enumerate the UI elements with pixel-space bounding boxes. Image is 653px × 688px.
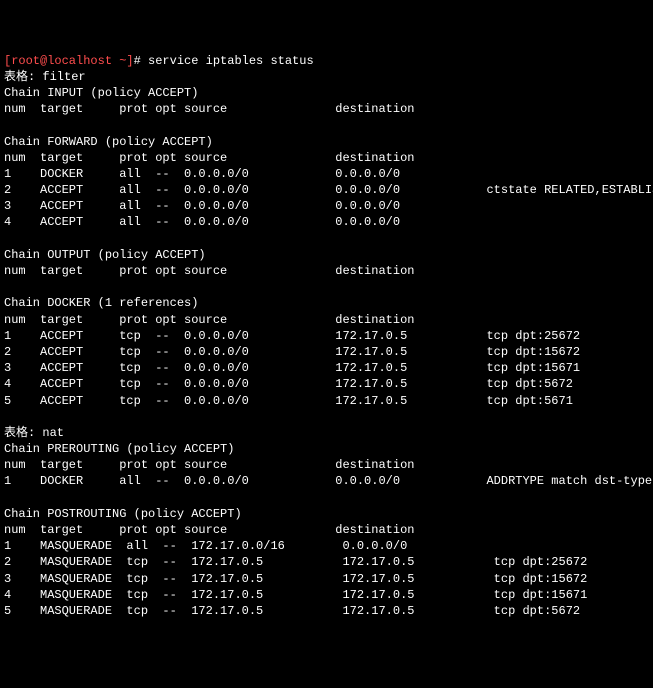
table-row: 5 ACCEPT tcp -- 0.0.0.0/0 172.17.0.5 tcp… <box>4 394 573 408</box>
prompt-user-host: [root@localhost ~] <box>4 54 134 68</box>
columns-header: num target prot opt source destination <box>4 523 414 537</box>
chain-forward-header: Chain FORWARD (policy ACCEPT) <box>4 135 213 149</box>
table-row: 5 MASQUERADE tcp -- 172.17.0.5 172.17.0.… <box>4 604 580 618</box>
table-row: 2 ACCEPT tcp -- 0.0.0.0/0 172.17.0.5 tcp… <box>4 345 580 359</box>
columns-header: num target prot opt source destination <box>4 264 414 278</box>
prompt-command: service iptables status <box>148 54 314 68</box>
chain-output-header: Chain OUTPUT (policy ACCEPT) <box>4 248 206 262</box>
table-row: 4 ACCEPT all -- 0.0.0.0/0 0.0.0.0/0 <box>4 215 400 229</box>
columns-header: num target prot opt source destination <box>4 102 414 116</box>
table-row: 4 ACCEPT tcp -- 0.0.0.0/0 172.17.0.5 tcp… <box>4 377 573 391</box>
prompt-symbol: # <box>134 54 148 68</box>
chain-input-header: Chain INPUT (policy ACCEPT) <box>4 86 198 100</box>
table-row: 3 ACCEPT all -- 0.0.0.0/0 0.0.0.0/0 <box>4 199 400 213</box>
table-row: 2 MASQUERADE tcp -- 172.17.0.5 172.17.0.… <box>4 555 587 569</box>
table-row: 2 ACCEPT all -- 0.0.0.0/0 0.0.0.0/0 ctst… <box>4 183 653 197</box>
terminal[interactable]: [root@localhost ~]# service iptables sta… <box>4 53 649 620</box>
columns-header: num target prot opt source destination <box>4 313 414 327</box>
table-row: 3 ACCEPT tcp -- 0.0.0.0/0 172.17.0.5 tcp… <box>4 361 580 375</box>
table-filter-label: 表格: filter <box>4 70 86 84</box>
table-row: 4 MASQUERADE tcp -- 172.17.0.5 172.17.0.… <box>4 588 587 602</box>
table-row: 1 MASQUERADE all -- 172.17.0.0/16 0.0.0.… <box>4 539 407 553</box>
chain-postrouting-header: Chain POSTROUTING (policy ACCEPT) <box>4 507 242 521</box>
table-nat-label: 表格: nat <box>4 426 64 440</box>
table-row: 1 ACCEPT tcp -- 0.0.0.0/0 172.17.0.5 tcp… <box>4 329 580 343</box>
table-row: 1 DOCKER all -- 0.0.0.0/0 0.0.0.0/0 <box>4 167 400 181</box>
columns-header: num target prot opt source destination <box>4 151 414 165</box>
chain-prerouting-header: Chain PREROUTING (policy ACCEPT) <box>4 442 234 456</box>
table-row: 1 DOCKER all -- 0.0.0.0/0 0.0.0.0/0 ADDR… <box>4 474 653 488</box>
chain-docker-header: Chain DOCKER (1 references) <box>4 296 198 310</box>
table-row: 3 MASQUERADE tcp -- 172.17.0.5 172.17.0.… <box>4 572 587 586</box>
columns-header: num target prot opt source destination <box>4 458 414 472</box>
